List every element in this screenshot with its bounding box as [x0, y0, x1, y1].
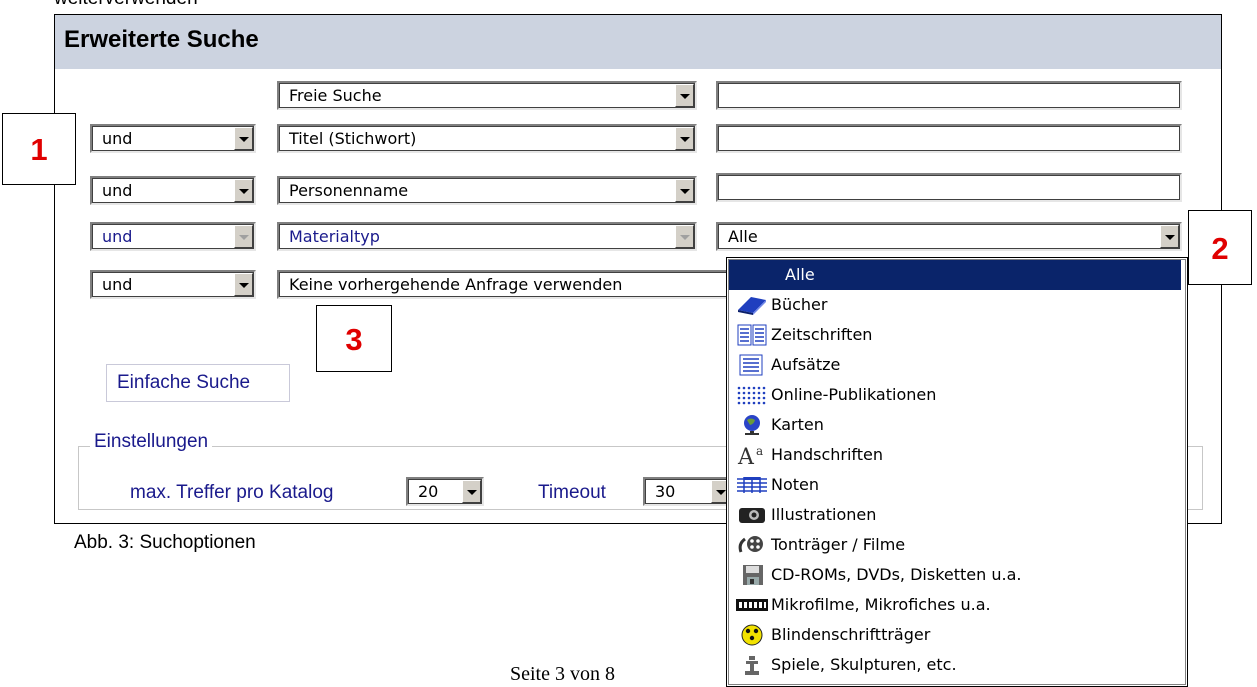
- field-select-row1[interactable]: Freie Suche: [277, 81, 697, 110]
- timeout-value: 30: [655, 482, 676, 501]
- operator-select-row4[interactable]: und: [90, 222, 256, 251]
- option-label: Alle: [785, 265, 815, 284]
- field-select-value: Freie Suche: [289, 86, 382, 105]
- max-hits-value: 20: [418, 482, 439, 501]
- option-label: Spiele, Skulpturen, etc.: [771, 655, 957, 674]
- max-hits-select[interactable]: 20: [406, 477, 484, 506]
- operator-value: und: [102, 129, 133, 148]
- floppy-disk-icon: [743, 565, 763, 585]
- timeout-select[interactable]: 30: [643, 477, 733, 506]
- book-icon: [738, 297, 766, 315]
- settings-legend: Einstellungen: [90, 431, 213, 453]
- search-term-input-row3[interactable]: [716, 173, 1182, 202]
- option-label: Bücher: [771, 295, 828, 314]
- dropdown-option-zeitschriften[interactable]: Zeitschriften: [729, 320, 1181, 350]
- previous-query-value: Keine vorhergehende Anfrage verwenden: [289, 275, 623, 294]
- field-select-value: Materialtyp: [289, 227, 380, 246]
- callout-3: 3: [316, 305, 392, 372]
- callout-1: 1: [2, 113, 76, 185]
- option-label: Noten: [771, 475, 820, 494]
- dropdown-option-noten[interactable]: Noten: [729, 470, 1181, 500]
- timeout-label: Timeout: [538, 482, 606, 503]
- simple-search-button[interactable]: Einfache Suche: [106, 364, 290, 402]
- svg-text:a: a: [756, 444, 763, 458]
- chevron-down-icon[interactable]: [675, 84, 694, 107]
- svg-text:A: A: [737, 445, 755, 466]
- max-hits-label: max. Treffer pro Katalog: [130, 482, 334, 503]
- chevron-down-icon[interactable]: [234, 273, 253, 296]
- search-term-input-row1[interactable]: [716, 81, 1182, 110]
- article-icon: [739, 354, 763, 376]
- chevron-down-icon[interactable]: [675, 179, 694, 202]
- previous-query-select[interactable]: Keine vorhergehende Anfrage verwenden: [277, 270, 737, 299]
- operator-select-row5[interactable]: und: [90, 270, 256, 299]
- chevron-down-icon[interactable]: [234, 127, 253, 150]
- braille-icon: [741, 624, 763, 646]
- film-reel-icon: [738, 536, 763, 553]
- operator-select-row3[interactable]: und: [90, 176, 256, 205]
- option-label: Zeitschriften: [771, 325, 873, 344]
- dropdown-option-online-publikationen[interactable]: Online-Publikationen: [729, 380, 1181, 410]
- material-type-value: Alle: [728, 227, 758, 246]
- option-label: Handschriften: [771, 445, 884, 464]
- search-term-input-row2[interactable]: [716, 124, 1182, 153]
- option-label: Illustrationen: [771, 505, 877, 524]
- operator-value: und: [102, 181, 133, 200]
- chevron-down-icon[interactable]: [675, 225, 694, 248]
- operator-value: und: [102, 227, 133, 246]
- dropdown-option-buecher[interactable]: Bücher: [729, 290, 1181, 320]
- dropdown-option-spiele[interactable]: Spiele, Skulpturen, etc.: [729, 650, 1181, 680]
- callout-2: 2: [1188, 210, 1252, 285]
- panel-title: Erweiterte Suche: [64, 26, 259, 53]
- field-select-value: Personenname: [289, 181, 409, 200]
- chevron-down-icon[interactable]: [1160, 225, 1179, 248]
- field-select-value: Titel (Stichwort): [289, 129, 417, 148]
- material-type-select[interactable]: Alle: [716, 222, 1182, 251]
- field-select-row2[interactable]: Titel (Stichwort): [277, 124, 697, 153]
- material-type-dropdown-list: Alle Bücher Zeitschriften Aufsätze Onlin…: [726, 257, 1188, 687]
- material-type-field-select[interactable]: Materialtyp: [277, 222, 697, 251]
- manuscript-icon: A a: [737, 444, 763, 466]
- chevron-down-icon[interactable]: [462, 480, 481, 503]
- camera-icon: [739, 508, 765, 523]
- option-label: Online-Publikationen: [771, 385, 937, 404]
- online-publication-icon: [737, 386, 766, 405]
- dropdown-option-karten[interactable]: Karten: [729, 410, 1181, 440]
- operator-select-row2[interactable]: und: [90, 124, 256, 153]
- dropdown-option-illustrationen[interactable]: Illustrationen: [729, 500, 1181, 530]
- chevron-down-icon[interactable]: [234, 225, 253, 248]
- option-label: Karten: [771, 415, 824, 434]
- dropdown-option-handschriften[interactable]: A a Handschriften: [729, 440, 1181, 470]
- option-label: Mikrofilme, Mikrofiches u.a.: [771, 595, 991, 614]
- sheet-music-icon: [737, 477, 767, 493]
- option-label: Blindenschriftträger: [771, 625, 931, 644]
- dropdown-option-tontraeger-filme[interactable]: Tonträger / Filme: [729, 530, 1181, 560]
- dropdown-option-mikrofilme[interactable]: Mikrofilme, Mikrofiches u.a.: [729, 590, 1181, 620]
- chevron-down-icon[interactable]: [675, 127, 694, 150]
- dropdown-option-cd-roms[interactable]: CD-ROMs, DVDs, Disketten u.a.: [729, 560, 1181, 590]
- option-label: CD-ROMs, DVDs, Disketten u.a.: [771, 565, 1022, 584]
- game-piece-icon: [745, 656, 759, 675]
- journal-icon: [737, 324, 767, 346]
- option-label: Aufsätze: [771, 355, 841, 374]
- field-select-row3[interactable]: Personenname: [277, 176, 697, 205]
- microfilm-icon: [736, 599, 768, 611]
- option-label: Tonträger / Filme: [771, 535, 906, 554]
- chevron-down-icon[interactable]: [234, 179, 253, 202]
- operator-value: und: [102, 275, 133, 294]
- figure-caption: Abb. 3: Suchoptionen: [74, 532, 256, 553]
- globe-icon: [744, 415, 760, 435]
- dropdown-option-aufsaetze[interactable]: Aufsätze: [729, 350, 1181, 380]
- dropdown-option-blindenschrift[interactable]: Blindenschriftträger: [729, 620, 1181, 650]
- cropped-top-text: weiterverwenden: [54, 0, 198, 10]
- dropdown-option-alle[interactable]: Alle: [729, 260, 1181, 290]
